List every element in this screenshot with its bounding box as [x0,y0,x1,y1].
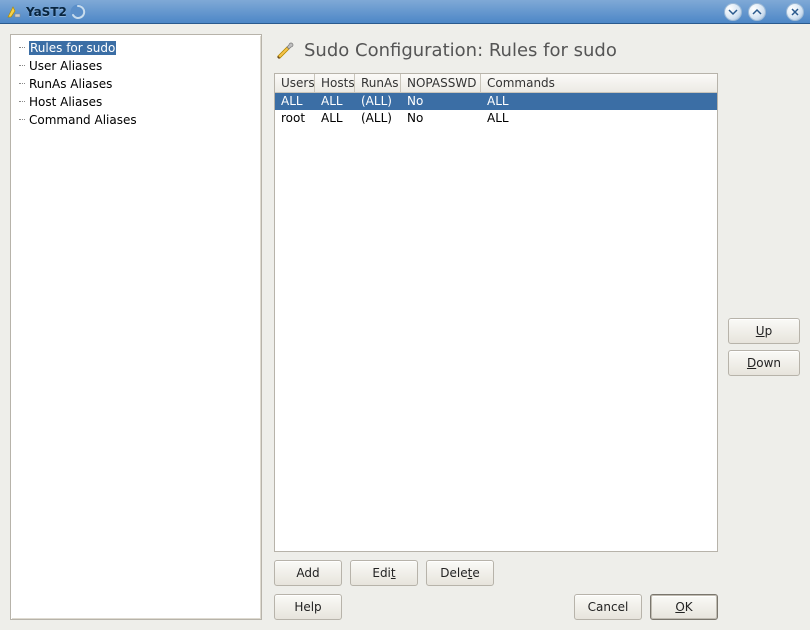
down-button[interactable]: Down [728,350,800,376]
window-title: YaST2 [26,5,67,19]
shade-up-button[interactable] [748,3,766,21]
edit-button[interactable]: Edit [350,560,418,586]
help-button[interactable]: Help [274,594,342,620]
col-users[interactable]: Users [275,74,315,92]
main-panel: Sudo Configuration: Rules for sudo Users… [274,34,800,620]
sidebar-item-rules-for-sudo[interactable]: Rules for sudo [11,39,261,57]
distro-swirl-icon [69,3,87,21]
shade-down-button[interactable] [724,3,742,21]
main-header: Sudo Configuration: Rules for sudo [274,34,800,65]
window-titlebar: YaST2 [0,0,810,24]
col-hosts[interactable]: Hosts [315,74,355,92]
footer: Help Cancel OK [274,594,718,620]
wrench-pencil-icon [274,38,296,63]
col-commands[interactable]: Commands [481,74,717,92]
cancel-button[interactable]: Cancel [574,594,642,620]
up-button[interactable]: Up [728,318,800,344]
sidebar-item-runas-aliases[interactable]: RunAs Aliases [11,75,261,93]
table-header: Users Hosts RunAs NOPASSWD Commands [275,74,717,93]
reorder-buttons: Up Down [728,73,800,620]
rules-table[interactable]: Users Hosts RunAs NOPASSWD Commands ALL … [274,73,718,552]
delete-button[interactable]: Delete [426,560,494,586]
page-title: Sudo Configuration: Rules for sudo [304,40,617,61]
sidebar-tree[interactable]: Rules for sudo User Aliases RunAs Aliase… [10,34,262,620]
close-button[interactable] [786,3,804,21]
window-body: Rules for sudo User Aliases RunAs Aliase… [0,24,810,630]
col-runas[interactable]: RunAs [355,74,401,92]
sidebar-item-command-aliases[interactable]: Command Aliases [11,111,261,129]
sidebar-item-host-aliases[interactable]: Host Aliases [11,93,261,111]
table-body: ALL ALL (ALL) No ALL root ALL (ALL) No A… [275,93,717,551]
app-icon [6,4,22,20]
table-row[interactable]: root ALL (ALL) No ALL [275,110,717,127]
add-button[interactable]: Add [274,560,342,586]
col-nopasswd[interactable]: NOPASSWD [401,74,481,92]
ok-button[interactable]: OK [650,594,718,620]
table-actions: Add Edit Delete [274,560,718,586]
sidebar-item-user-aliases[interactable]: User Aliases [11,57,261,75]
table-row[interactable]: ALL ALL (ALL) No ALL [275,93,717,110]
